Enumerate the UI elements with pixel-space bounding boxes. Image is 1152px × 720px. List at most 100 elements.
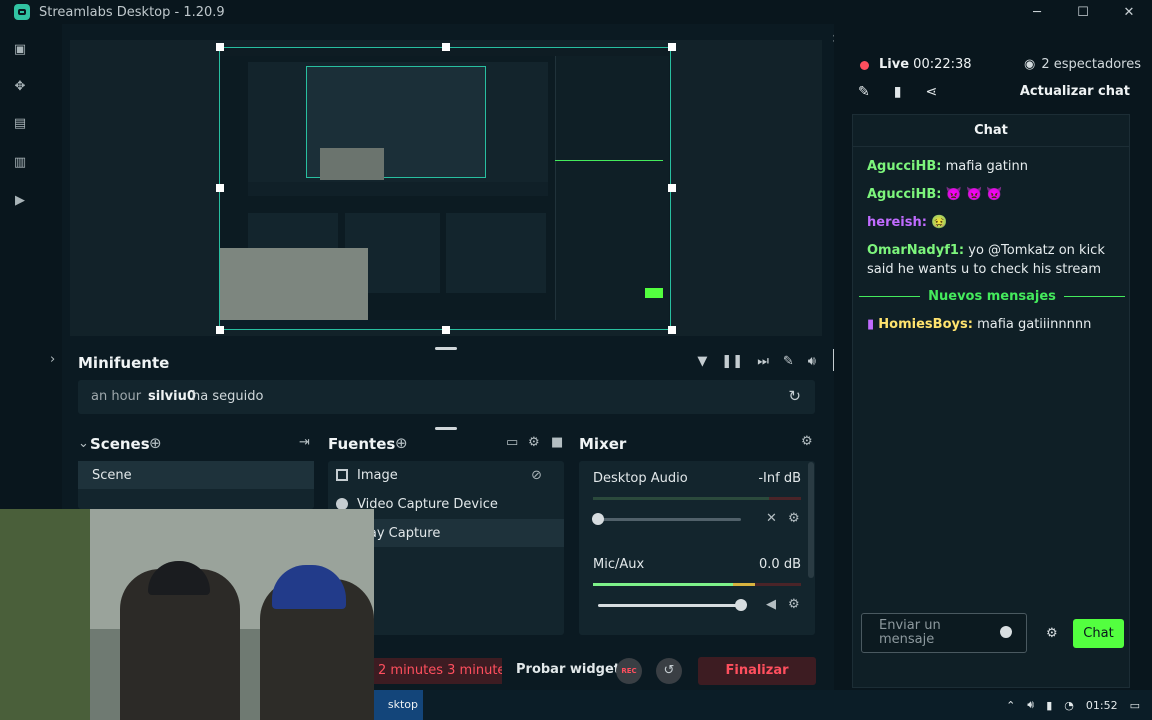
pause-icon[interactable]: ❚❚ xyxy=(721,354,743,369)
channel-name: Desktop Audio xyxy=(593,471,688,486)
edit-stream-info-icon[interactable]: ✎ xyxy=(858,84,870,100)
add-source-icon[interactable]: ⊕ xyxy=(395,434,408,452)
resize-handle-bl[interactable] xyxy=(216,326,224,334)
mixer-panel: Desktop Audio -Inf dB ✕ ⚙ Mic/Aux 0.0 dB… xyxy=(579,461,815,635)
visibility-hidden-icon[interactable]: ⊘ xyxy=(531,468,542,483)
streamlabs-logo-icon xyxy=(14,4,30,20)
collapse-scenes-icon[interactable]: ⌄ xyxy=(78,436,89,451)
audio-meter-peak xyxy=(755,583,801,586)
resize-handle-l[interactable] xyxy=(216,184,224,192)
themes-icon[interactable]: ✥ xyxy=(12,79,28,95)
capture-minifuente xyxy=(248,182,548,196)
mixer-scrollbar[interactable] xyxy=(808,462,814,578)
mic-badge-icon: ▮ xyxy=(867,317,875,332)
chat-text: mafia gatiiinnnnn xyxy=(977,317,1092,332)
volume-knob[interactable] xyxy=(592,513,604,525)
filter-icon[interactable]: ▼ xyxy=(697,354,707,369)
resize-handle-tl[interactable] xyxy=(216,43,224,51)
muted-speaker-icon[interactable]: ✕ xyxy=(766,511,777,526)
channel-settings-icon[interactable]: ⚙ xyxy=(788,511,800,526)
repeat-alert-icon[interactable]: ↻ xyxy=(788,387,801,405)
chat-separator: : xyxy=(921,215,927,230)
channel-settings-icon[interactable]: ⚙ xyxy=(788,597,800,612)
speaker-icon[interactable]: 🔊︎ xyxy=(1027,698,1034,712)
video-camera-icon[interactable]: ▮ xyxy=(894,84,902,100)
refresh-chat-button[interactable]: Actualizar chat xyxy=(1020,84,1130,99)
chevron-right-icon[interactable]: › xyxy=(50,352,55,367)
chat-settings-icon[interactable]: ⚙ xyxy=(1046,626,1058,641)
chat-input[interactable]: Enviar un mensaje xyxy=(861,613,1027,653)
replay-buffer-icon[interactable]: ↺ xyxy=(656,658,682,684)
minifuente-controls: ▼ ❚❚ ⏭ ✎ 🔊︎ xyxy=(697,354,816,369)
chat-username[interactable]: OmarNadyf1 xyxy=(867,243,959,258)
mute-alerts-icon[interactable]: ✎ xyxy=(783,354,794,369)
scene-label: Scene xyxy=(92,467,132,483)
channel-level: 0.0 dB xyxy=(759,557,801,572)
notifications-icon[interactable]: ▭ xyxy=(1130,699,1140,712)
taskbar-app-button[interactable]: sktop xyxy=(374,690,423,720)
divider-line xyxy=(859,295,921,297)
studio-icon[interactable]: ▣ xyxy=(12,42,28,58)
mixer-settings-icon[interactable]: ⚙ xyxy=(801,434,813,449)
resize-handle-t[interactable] xyxy=(442,43,450,51)
chat-separator: : xyxy=(967,317,973,332)
close-button[interactable]: ✕ xyxy=(1106,0,1152,24)
test-widgets-button[interactable]: Probar widgets xyxy=(516,662,628,677)
wifi-icon[interactable]: ◔ xyxy=(1064,699,1074,712)
source-properties-icon[interactable]: ⚙ xyxy=(528,435,540,450)
share-icon[interactable]: ⋖ xyxy=(925,84,937,100)
speaker-icon[interactable]: ◀ xyxy=(766,597,776,612)
maximize-button[interactable]: ☐ xyxy=(1060,0,1106,24)
scene-item[interactable]: Scene xyxy=(78,461,314,489)
volume-slider[interactable] xyxy=(598,518,741,521)
webcam-overlay xyxy=(0,509,374,720)
resize-handle-br[interactable] xyxy=(668,326,676,334)
event-row: an hour silviu0 ha seguido ↻ xyxy=(78,380,815,414)
skip-icon[interactable]: ⏭ xyxy=(757,354,769,369)
new-messages-divider: Nuevos mensajes xyxy=(859,287,1126,305)
live-status: Live 00:22:38 xyxy=(879,57,972,72)
source-item[interactable]: Image ⊘ xyxy=(328,461,564,489)
chat-emotes: 🤢 xyxy=(931,215,948,230)
source-folder-icon[interactable]: ■ xyxy=(551,435,563,450)
microphone-icon[interactable]: ▮ xyxy=(1046,699,1052,712)
minifuente-title: Minifuente xyxy=(78,354,170,372)
audio-meter xyxy=(593,497,769,500)
window-controls: ─ ☐ ✕ xyxy=(1014,0,1152,24)
chat-username[interactable]: hereish xyxy=(867,215,922,230)
resize-handle-r[interactable] xyxy=(668,184,676,192)
clock[interactable]: 01:52 xyxy=(1086,699,1118,712)
layout-icon[interactable]: ▥ xyxy=(12,155,28,171)
volume-icon[interactable]: 🔊︎ xyxy=(808,354,816,369)
audio-meter-peak xyxy=(769,497,801,500)
volume-knob[interactable] xyxy=(735,599,747,611)
volume-slider[interactable] xyxy=(598,604,741,607)
resize-handle-b[interactable] xyxy=(442,326,450,334)
scene-transitions-icon[interactable]: ⇥ xyxy=(299,435,310,450)
end-stream-button[interactable]: Finalizar stream xyxy=(698,657,816,706)
source-label: Image xyxy=(357,467,398,483)
preview-canvas[interactable] xyxy=(219,47,671,330)
chat-username[interactable]: AgucciHB xyxy=(867,159,936,174)
record-button[interactable]: REC xyxy=(616,658,642,684)
chat-panel: Chat AgucciHB: mafia gatinn AgucciHB: 👿 … xyxy=(852,114,1130,688)
source-label: Video Capture Device xyxy=(357,496,498,512)
send-chat-button[interactable]: Chat xyxy=(1073,619,1124,648)
chevron-up-icon[interactable]: ⌃ xyxy=(1006,699,1015,712)
webcam-background-left xyxy=(0,509,90,720)
emoji-icon[interactable] xyxy=(1000,626,1012,638)
minimize-button[interactable]: ─ xyxy=(1014,0,1060,24)
add-scene-icon[interactable]: ⊕ xyxy=(149,434,162,452)
resize-handle-tr[interactable] xyxy=(668,43,676,51)
source-group-icon[interactable]: ▭ xyxy=(506,435,518,450)
live-indicator-icon xyxy=(860,61,869,70)
viewer-count: ◉ 2 espectadores xyxy=(1024,57,1141,72)
panels-resize-handle[interactable] xyxy=(435,427,457,430)
capture-new-line xyxy=(555,160,663,161)
chat-username[interactable]: HomiesBoys xyxy=(878,317,967,332)
store-icon[interactable]: ▤ xyxy=(12,116,28,132)
highlighter-icon[interactable]: ▶ xyxy=(12,193,28,209)
chat-message: AgucciHB: 👿 👿 👿 xyxy=(867,185,1123,204)
live-duration: 00:22:38 xyxy=(913,57,972,72)
chat-username[interactable]: AgucciHB xyxy=(867,187,936,202)
